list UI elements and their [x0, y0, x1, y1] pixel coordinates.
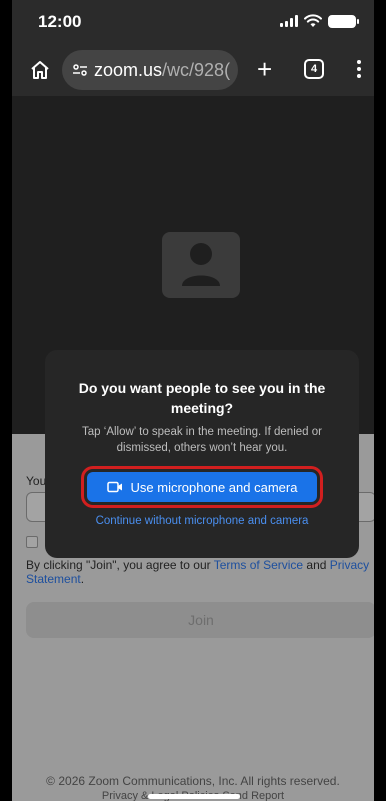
- browser-toolbar: zoom.us/wc/928( + 4: [12, 44, 374, 96]
- terms-prefix: By clicking "Join", you agree to our: [26, 558, 214, 572]
- permission-dialog: Do you want people to see you in the mee…: [45, 350, 359, 558]
- home-icon[interactable]: [28, 58, 52, 82]
- status-icons: [280, 14, 359, 28]
- footer-copyright: © 2026 Zoom Communications, Inc. All rig…: [46, 774, 340, 788]
- status-bar: 12:00: [12, 0, 374, 44]
- name-label: You: [26, 474, 47, 488]
- wifi-icon: [304, 14, 322, 27]
- signal-icon: [280, 15, 298, 27]
- terms-and: and: [303, 558, 330, 572]
- continue-without-av-link[interactable]: Continue without microphone and camera: [65, 515, 339, 527]
- terms-suffix: .: [80, 572, 85, 586]
- dialog-description: Tap ‘Allow’ to speak in the meeting. If …: [82, 426, 322, 454]
- dialog-title: Do you want people to see you in the mee…: [78, 380, 326, 416]
- use-microphone-camera-button[interactable]: Use microphone and camera: [87, 472, 317, 502]
- site-settings-icon[interactable]: [72, 62, 88, 78]
- terms-text: By clicking "Join", you agree to our Ter…: [26, 558, 371, 586]
- url-path: /wc/928(: [162, 59, 231, 80]
- phone-screen: 12:00 zoom.us/wc/928( + 4 You By clickin…: [0, 0, 386, 801]
- home-indicator[interactable]: [148, 794, 240, 799]
- more-menu-icon[interactable]: [357, 60, 361, 78]
- terms-of-service-link[interactable]: Terms of Service: [214, 558, 303, 572]
- url-text: zoom.us/wc/928(: [94, 60, 230, 81]
- battery-icon: [328, 14, 359, 28]
- avatar: [162, 232, 240, 298]
- url-host: zoom.us: [94, 59, 163, 80]
- person-icon: [182, 243, 220, 286]
- status-time: 12:00: [38, 12, 82, 31]
- allow-button-label: Use microphone and camera: [130, 479, 298, 495]
- remember-checkbox[interactable]: [26, 536, 38, 548]
- tab-switcher-icon[interactable]: 4: [304, 59, 324, 79]
- new-tab-icon[interactable]: +: [257, 54, 272, 84]
- address-bar[interactable]: zoom.us/wc/928(: [62, 50, 238, 90]
- join-button[interactable]: Join: [26, 602, 374, 638]
- video-camera-icon: [106, 481, 122, 493]
